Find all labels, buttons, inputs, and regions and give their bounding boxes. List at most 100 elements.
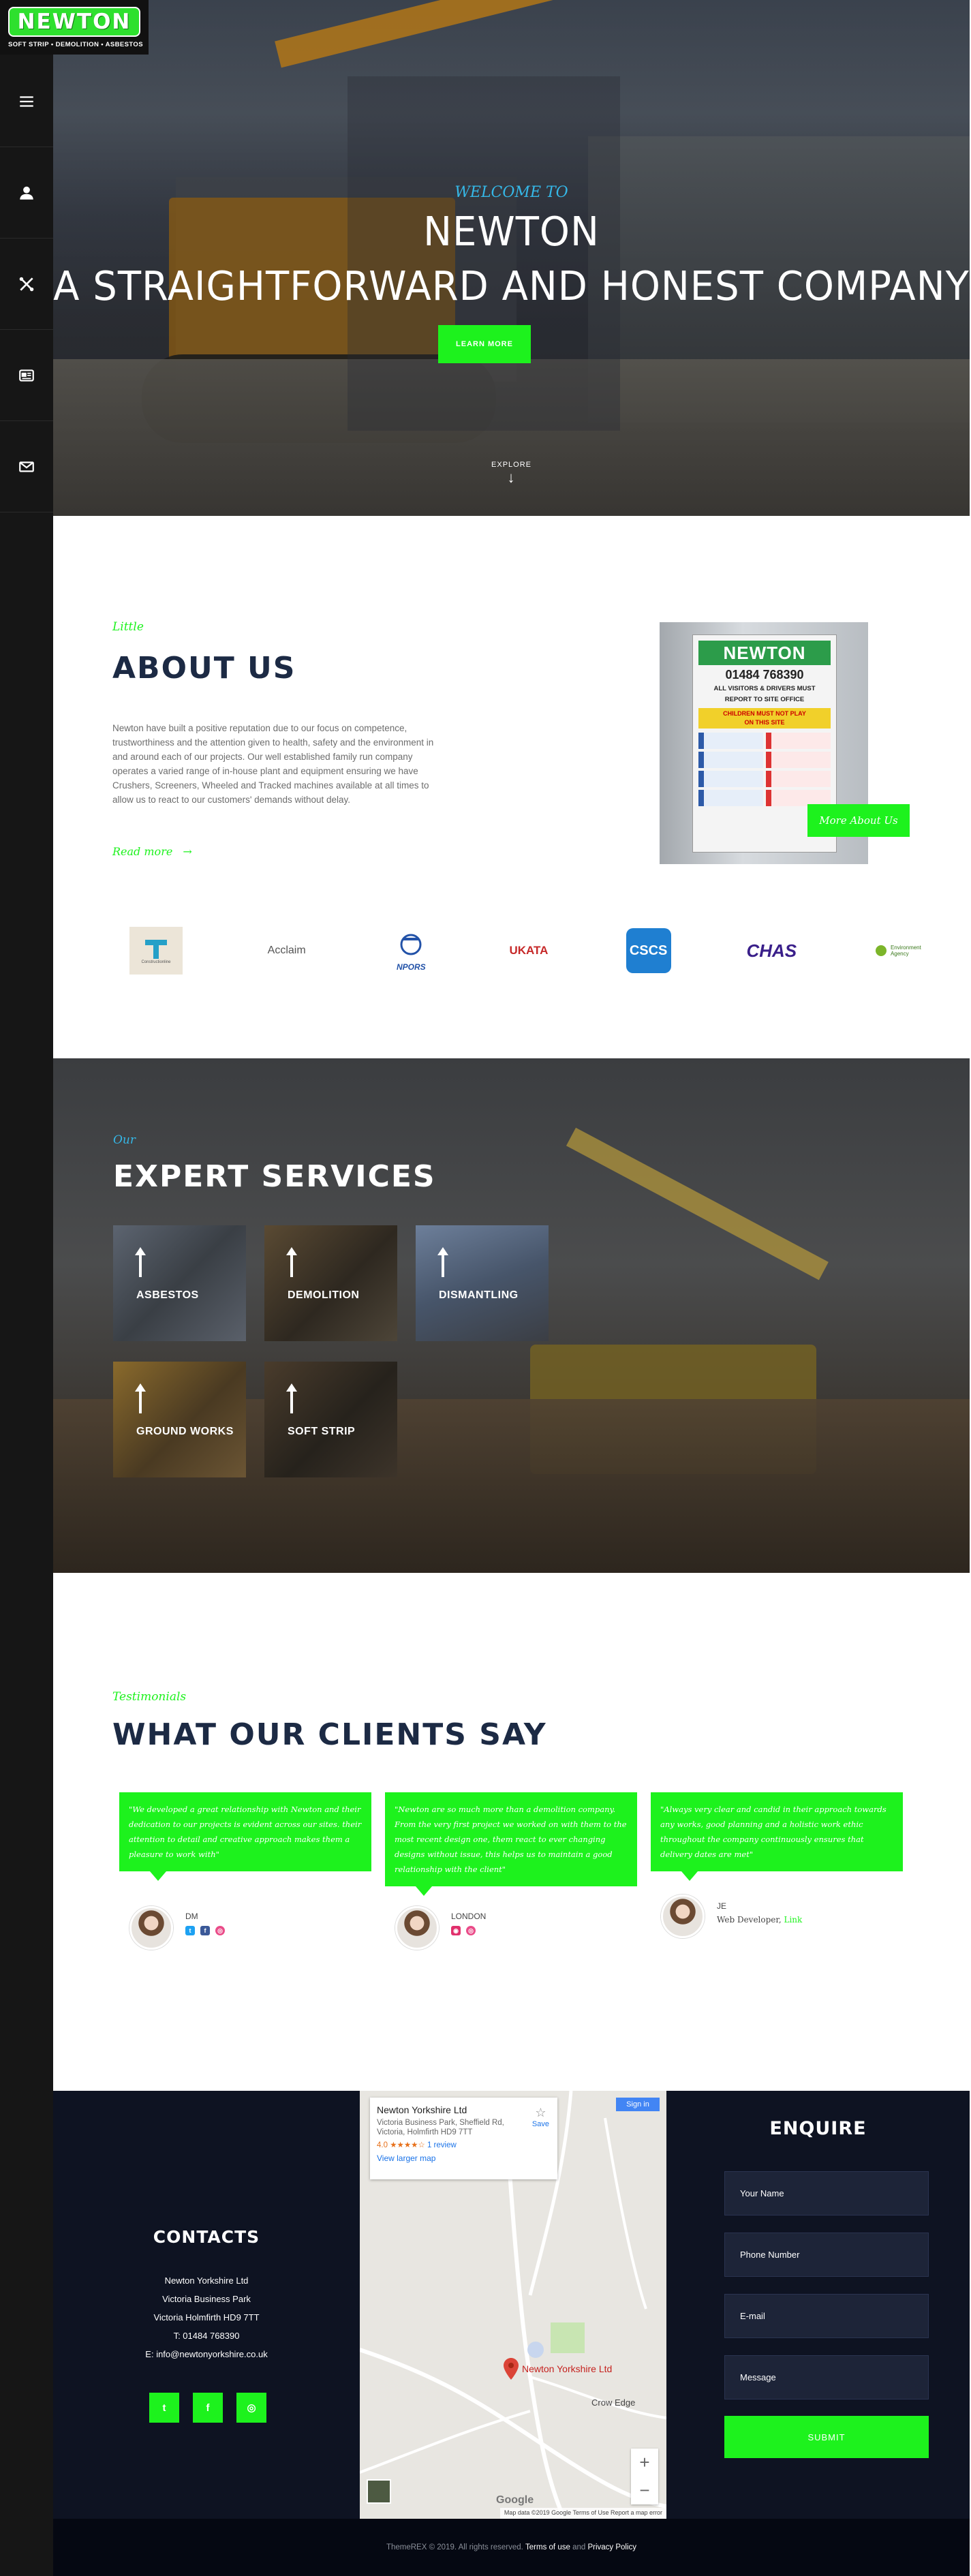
contacts-address2: Victoria Holmfirth HD9 7TT — [153, 2312, 260, 2322]
dribbble-icon[interactable]: ◎ — [466, 1926, 476, 1935]
about-nav-button[interactable] — [0, 147, 53, 239]
mail-icon — [19, 461, 34, 472]
testimonial-name: DM — [185, 1912, 198, 1921]
map-sign-in-button[interactable]: Sign in — [616, 2098, 660, 2111]
testimonials-title: WHAT OUR CLIENTS SAY — [112, 1717, 547, 1752]
map-zoom-controls: + − — [631, 2449, 658, 2504]
service-tile-image — [113, 1362, 246, 1477]
read-more-link[interactable]: Read more → — [112, 845, 192, 858]
instagram-icon[interactable]: ◉ — [451, 1926, 461, 1935]
services-nav-button[interactable] — [0, 239, 53, 330]
hero-welcome: WELCOME TO — [454, 184, 568, 201]
service-tile-asbestos[interactable]: ASBESTOS — [113, 1225, 246, 1341]
arrow-up-icon — [135, 1383, 146, 1413]
sign-safety-icons — [698, 733, 831, 806]
twitter-icon[interactable]: t — [149, 2393, 179, 2423]
site-logo[interactable]: NEWTON SOFT STRIP • DEMOLITION • ASBESTO… — [0, 0, 149, 55]
map-place-address: Victoria Business Park, Sheffield Rd, Vi… — [377, 2119, 504, 2136]
message-field[interactable]: Message — [724, 2355, 929, 2399]
arrow-up-icon — [135, 1247, 146, 1277]
menu-icon — [20, 95, 33, 107]
facebook-icon[interactable]: f — [193, 2393, 223, 2423]
sign-icon-cell — [698, 790, 763, 806]
contact-nav-button[interactable] — [0, 421, 53, 512]
about-eyebrow: Little — [112, 620, 144, 634]
terms-link[interactable]: Terms of use — [525, 2543, 570, 2551]
arrow-down-icon: ↓ — [507, 469, 516, 486]
map-embed[interactable]: Newton Yorkshire Ltd Victoria Business P… — [360, 2091, 666, 2519]
service-tile-image — [416, 1225, 549, 1341]
view-larger-map-link[interactable]: View larger map — [377, 2153, 551, 2163]
sign-icon-cell — [698, 733, 763, 749]
twitter-icon[interactable]: t — [185, 1926, 195, 1935]
sign-warning-line1: CHILDREN MUST NOT PLAY — [723, 710, 806, 717]
learn-more-button[interactable]: LEARN MORE — [438, 325, 531, 363]
service-label: SOFT STRIP — [288, 1426, 356, 1437]
more-about-us-button[interactable]: More About Us — [807, 804, 910, 837]
sign-icon-cell — [766, 733, 831, 749]
environment-agency-mark-icon — [875, 945, 887, 956]
instagram-icon[interactable]: ◎ — [236, 2393, 266, 2423]
zoom-out-button[interactable]: − — [631, 2477, 658, 2504]
map-town-label: Crow Edge — [591, 2397, 636, 2408]
environment-agency-label: Environment Agency — [890, 945, 921, 957]
avatar — [661, 1895, 705, 1938]
hero-title: NEWTON A STRAIGHTFORWARD AND HONEST COMP… — [53, 205, 970, 314]
testimonial-quote: "Always very clear and candid in their a… — [651, 1792, 903, 1881]
services-section: Our EXPERT SERVICES ASBESTOS DEMOLITION … — [53, 1058, 970, 1573]
service-tile-soft-strip[interactable]: SOFT STRIP — [264, 1362, 397, 1477]
map-place-rating: 4.0 ★★★★☆ 1 review — [377, 2140, 551, 2149]
testimonial-quote: "Newton are so much more than a demoliti… — [385, 1792, 637, 1896]
service-tile-dismantling[interactable]: DISMANTLING — [416, 1225, 549, 1341]
service-label: DISMANTLING — [439, 1289, 519, 1301]
about-title: ABOUT US — [112, 651, 296, 686]
privacy-link[interactable]: Privacy Policy — [587, 2543, 636, 2551]
map-save-button[interactable]: ☆ Save — [532, 2106, 549, 2128]
sign-icon-cell — [766, 752, 831, 768]
testimonial-role-text: Web Developer, — [717, 1915, 782, 1925]
copyright-text: ThemeREX © 2019. All rights reserved. — [386, 2543, 523, 2551]
services-title: EXPERT SERVICES — [113, 1159, 436, 1194]
testimonial-role: Web Developer, Link — [717, 1915, 802, 1925]
testimonial-social-links: t f ◎ — [185, 1926, 225, 1935]
sign-title: NEWTON — [698, 641, 831, 665]
hero-section: WELCOME TO NEWTON A STRAIGHTFORWARD AND … — [53, 0, 970, 516]
map-pin-icon[interactable] — [504, 2358, 519, 2380]
phone-field[interactable]: Phone Number — [724, 2233, 929, 2277]
tools-icon — [19, 277, 34, 291]
contacts-email[interactable]: E: info@newtonyorkshire.co.uk — [53, 2345, 360, 2363]
zoom-in-button[interactable]: + — [631, 2449, 658, 2477]
map-attribution: Map data ©2019 Google Terms of Use Repor… — [499, 2508, 666, 2519]
name-field[interactable]: Your Name — [724, 2171, 929, 2215]
services-excavator-arm — [566, 1127, 829, 1281]
map-rating-stars: ★★★★☆ — [390, 2141, 425, 2149]
service-label: GROUND WORKS — [136, 1426, 234, 1437]
sign-phone: 01484 768390 — [725, 668, 804, 681]
email-field[interactable]: E-mail — [724, 2294, 929, 2338]
service-tile-ground-works[interactable]: GROUND WORKS — [113, 1362, 246, 1477]
testimonial-name: JE — [717, 1901, 727, 1911]
map-review-count[interactable]: 1 review — [427, 2141, 457, 2149]
dribbble-icon[interactable]: ◎ — [215, 1926, 225, 1935]
google-logo: Google — [496, 2494, 534, 2506]
user-icon — [20, 186, 33, 200]
npors-logo: NPORS — [390, 927, 431, 975]
service-tile-demolition[interactable]: DEMOLITION — [264, 1225, 397, 1341]
footer-social-links: t f ◎ — [149, 2393, 266, 2423]
contacts-title: CONTACTS — [153, 2227, 260, 2247]
news-nav-button[interactable] — [0, 330, 53, 421]
map-layer-thumbnail[interactable] — [367, 2479, 391, 2504]
avatar — [395, 1906, 439, 1950]
submit-button[interactable]: SUBMIT — [724, 2416, 929, 2458]
map-place-card: Newton Yorkshire Ltd Victoria Business P… — [370, 2098, 557, 2179]
about-text: Newton have built a positive reputation … — [112, 723, 434, 805]
contacts-details: Newton Yorkshire Ltd Victoria Business P… — [53, 2271, 360, 2363]
service-label: DEMOLITION — [288, 1289, 360, 1301]
menu-button[interactable] — [0, 56, 53, 147]
copyright-bar: ThemeREX © 2019. All rights reserved. Te… — [53, 2519, 970, 2576]
service-tile-image — [264, 1362, 397, 1477]
testimonial-link[interactable]: Link — [784, 1915, 802, 1925]
contacts-phone[interactable]: T: 01484 768390 — [53, 2327, 360, 2345]
facebook-icon[interactable]: f — [200, 1926, 210, 1935]
explore-link[interactable]: EXPLORE ↓ — [53, 461, 970, 485]
